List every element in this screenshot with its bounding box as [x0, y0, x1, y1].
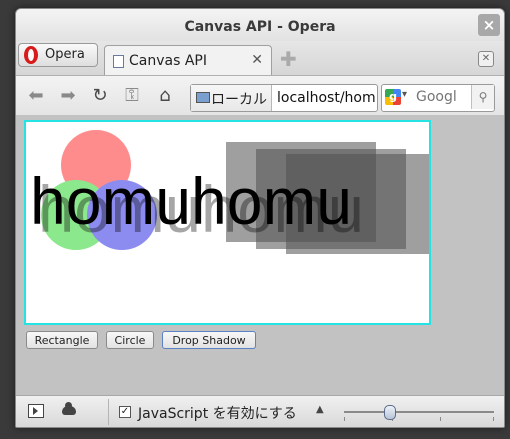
canvas-drawing: homuhomu homuhomu: [30, 130, 429, 254]
page-content: homuhomu homuhomu Rectangle Circle Drop …: [16, 115, 504, 395]
tab-bar: Opera Canvas API ✕ ✚ ✕: [16, 41, 504, 76]
address-text[interactable]: localhost/hom: [277, 90, 375, 106]
panel-icon[interactable]: [28, 404, 44, 418]
plus-icon[interactable]: ✚: [280, 49, 297, 69]
navigation-bar: ⬅ ➡ ↻ ⚿ ⌂ ローカル localhost/hom g ▾ ⚲: [16, 75, 504, 117]
circle-button[interactable]: Circle: [106, 331, 154, 349]
zoom-tick: [493, 417, 494, 421]
cloud-icon[interactable]: [62, 402, 76, 415]
forward-icon[interactable]: ➡: [56, 84, 80, 108]
document-icon: [113, 55, 124, 68]
zoom-tick: [440, 417, 441, 421]
zoom-slider-thumb[interactable]: [384, 405, 396, 420]
google-icon[interactable]: g: [385, 89, 401, 105]
browser-window: Canvas API - Opera × Opera Canvas API ✕ …: [15, 8, 505, 428]
address-bar[interactable]: ローカル localhost/hom: [190, 84, 378, 112]
zoom-arrow-icon[interactable]: ▲: [316, 404, 324, 415]
window-title: Canvas API - Opera: [184, 19, 336, 35]
demo-canvas[interactable]: homuhomu homuhomu: [24, 120, 431, 325]
search-input[interactable]: [416, 85, 468, 109]
tab-close-icon[interactable]: ✕: [251, 52, 263, 68]
search-box[interactable]: g ▾ ⚲: [381, 84, 495, 112]
back-icon[interactable]: ⬅: [24, 84, 48, 108]
status-divider: [108, 399, 109, 425]
home-icon[interactable]: ⌂: [153, 84, 177, 108]
drop-shadow-button[interactable]: Drop Shadow: [162, 331, 256, 349]
zoom-tick: [344, 417, 345, 421]
tab-label: Canvas API: [129, 53, 207, 69]
opera-logo-icon: [24, 46, 38, 64]
chevron-down-icon[interactable]: ▾: [402, 89, 407, 100]
search-icon[interactable]: ⚲: [471, 85, 494, 109]
local-badge[interactable]: ローカル: [191, 85, 272, 111]
title-bar: Canvas API - Opera ×: [16, 9, 504, 41]
canvas-text: homuhomu: [30, 164, 352, 238]
opera-menu-button[interactable]: Opera: [18, 43, 98, 67]
opera-menu-label: Opera: [45, 47, 85, 62]
tab-canvas-api[interactable]: Canvas API ✕: [104, 45, 272, 76]
monitor-icon: [196, 92, 210, 103]
reload-icon[interactable]: ↻: [88, 84, 112, 108]
zoom-slider[interactable]: [344, 405, 494, 421]
checkbox-icon[interactable]: ✓: [119, 406, 131, 418]
rectangle-button[interactable]: Rectangle: [26, 331, 98, 349]
trash-icon[interactable]: ✕: [478, 51, 494, 67]
close-icon[interactable]: ×: [478, 14, 500, 36]
local-badge-label: ローカル: [211, 92, 267, 108]
key-icon[interactable]: ⚿: [120, 84, 144, 108]
javascript-toggle-label[interactable]: JavaScript を有効にする: [138, 403, 297, 423]
status-bar: ✓ JavaScript を有効にする ▲: [16, 395, 504, 427]
